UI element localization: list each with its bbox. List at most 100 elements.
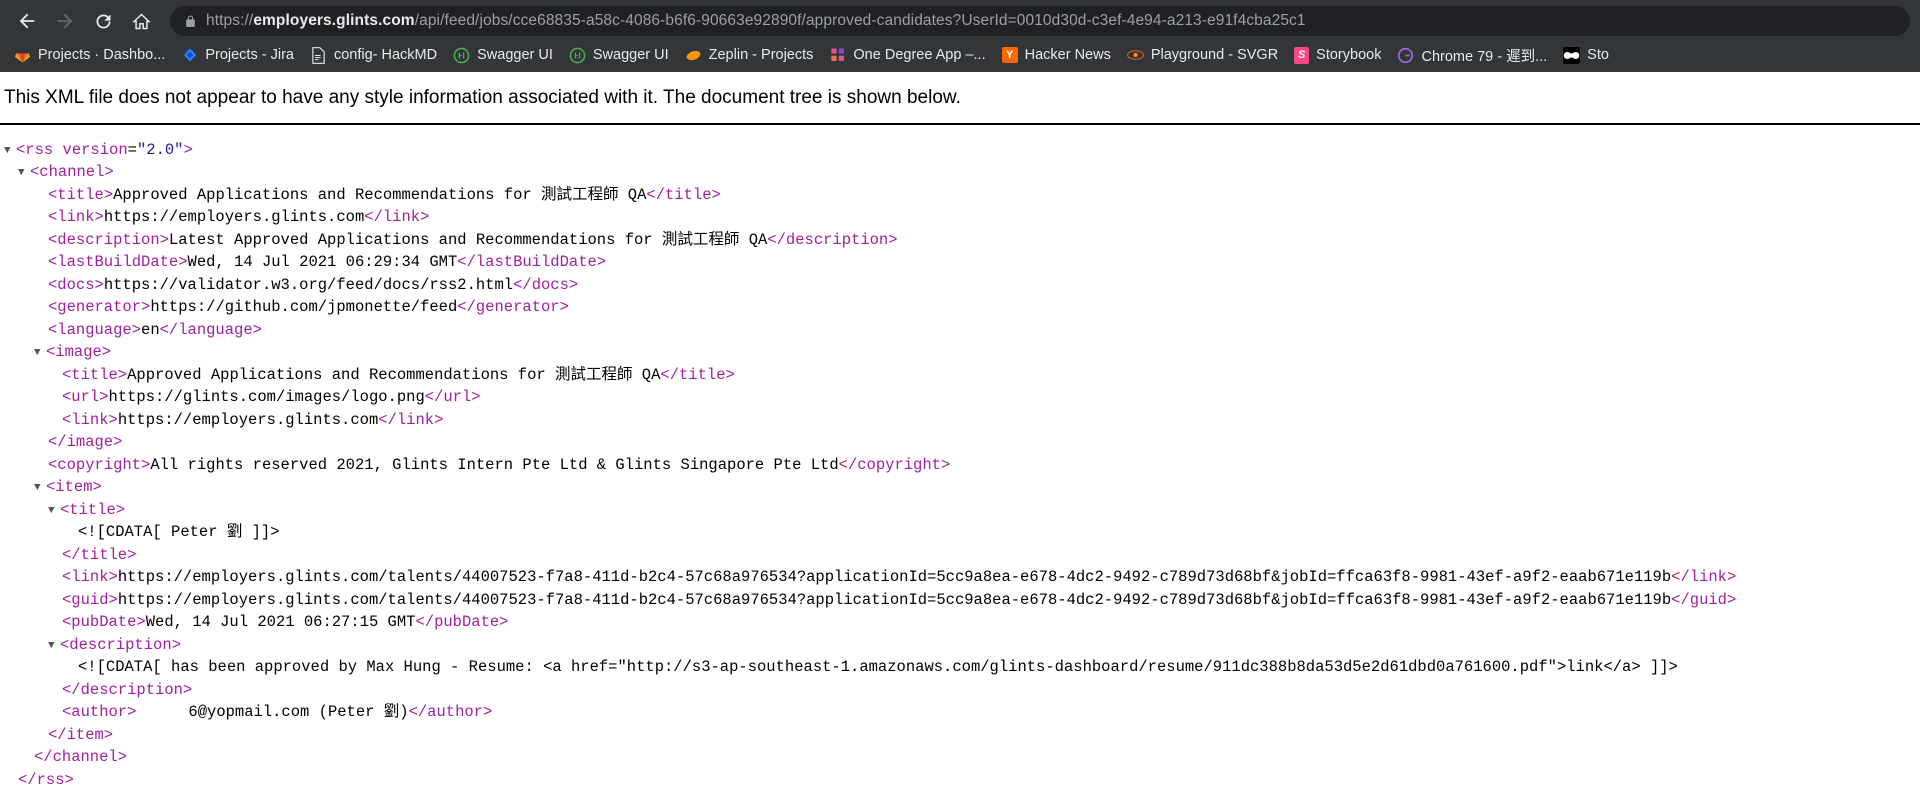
bookmark-hackmd[interactable]: config- HackMD	[302, 42, 445, 68]
xml-viewer-page: This XML file does not appear to have an…	[0, 72, 1920, 796]
hackernews-icon: Y	[1001, 47, 1018, 63]
bookmark-one-degree-app[interactable]: One Degree App –...	[821, 42, 993, 68]
binoculars-icon	[1563, 46, 1581, 64]
xml-node-image[interactable]: ▼ <image>	[4, 341, 1920, 364]
bookmark-label: Hacker News	[1024, 47, 1111, 63]
bookmark-sto[interactable]: Sto	[1555, 42, 1617, 68]
node-value: https://github.com/jpmonette/feed	[150, 298, 458, 317]
bookmark-label: Swagger UI	[592, 47, 669, 63]
bookmark-storybook[interactable]: S Storybook	[1286, 42, 1389, 68]
url-scheme: https://	[206, 12, 254, 29]
xml-node-rss[interactable]: ▼ <rss version="2.0">	[4, 139, 1920, 162]
tag-open: <lastBuildDate>	[48, 253, 188, 272]
bookmark-chrome-79[interactable]: Chrome 79 - 遲到...	[1389, 42, 1555, 68]
collapse-triangle-icon[interactable]: ▼	[34, 477, 46, 500]
xml-node-channel-description: <description>Latest Approved Application…	[4, 229, 1920, 252]
cdata-value: <![CDATA[ Peter 劉 ]]>	[78, 523, 280, 542]
gitlab-icon	[14, 47, 31, 64]
tag-open: <channel>	[30, 163, 114, 182]
node-value: Approved Applications and Recommendation…	[113, 185, 647, 204]
lock-icon	[184, 14, 197, 29]
svgr-icon	[1126, 47, 1144, 64]
xml-node-item-description-close: </description>	[4, 679, 1920, 702]
tag-close: </image>	[48, 433, 123, 452]
tag-close: </channel>	[34, 748, 128, 767]
collapse-triangle-icon[interactable]: ▼	[18, 162, 30, 185]
bookmark-gitlab[interactable]: Projects · Dashbo...	[6, 42, 173, 68]
xml-node-image-link: <link>https://employers.glints.com</link…	[4, 409, 1920, 432]
tag-close: </description>	[767, 230, 898, 249]
xml-node-channel[interactable]: ▼ <channel>	[4, 161, 1920, 184]
url-host: employers.glints.com	[253, 12, 415, 29]
bookmark-hacker-news[interactable]: Y Hacker News	[994, 42, 1119, 68]
bookmark-label: Projects - Jira	[205, 47, 294, 63]
tag-close: </copyright>	[838, 455, 951, 474]
xml-node-channel-title: <title>Approved Applications and Recomme…	[4, 184, 1920, 207]
address-bar[interactable]: https://employers.glints.com/api/feed/jo…	[170, 6, 1910, 36]
attribute-value: "2.0"	[136, 140, 184, 159]
xml-node-item-guid: <guid>https://employers.glints.com/talen…	[4, 589, 1920, 612]
bookmark-swagger-ui-2[interactable]: Swagger UI	[561, 42, 677, 68]
tag-close: </link>	[378, 410, 444, 429]
tag-bracket: >	[183, 140, 193, 159]
tag-close: </description>	[62, 680, 193, 699]
reload-button[interactable]	[86, 4, 120, 38]
collapse-triangle-icon[interactable]: ▼	[4, 140, 16, 163]
home-button[interactable]	[124, 4, 158, 38]
xml-node-item-pubdate: <pubDate>Wed, 14 Jul 2021 06:27:15 GMT</…	[4, 611, 1920, 634]
collapse-triangle-icon[interactable]: ▼	[34, 342, 46, 365]
bookmark-label: Zeplin - Projects	[708, 47, 814, 63]
node-value: Latest Approved Applications and Recomme…	[168, 230, 768, 249]
bookmark-swagger-ui-1[interactable]: Swagger UI	[445, 42, 561, 68]
xml-node-channel-close: </channel>	[4, 746, 1920, 769]
bookmark-label: Swagger UI	[477, 47, 553, 63]
xml-node-channel-docs: <docs>https://validator.w3.org/feed/docs…	[4, 274, 1920, 297]
bookmark-label: config- HackMD	[333, 47, 438, 63]
node-value: https://employers.glints.com	[117, 410, 379, 429]
forward-button[interactable]	[48, 4, 82, 38]
swagger-icon	[569, 47, 586, 64]
node-value: https://employers.glints.com/talents/440…	[117, 590, 1672, 609]
bookmark-label: Sto	[1587, 47, 1609, 63]
xml-style-notice: This XML file does not appear to have an…	[0, 72, 1920, 125]
tag-open: <language>	[48, 320, 142, 339]
xml-node-copyright: <copyright>All rights reserved 2021, Gli…	[4, 454, 1920, 477]
tag-close: </link>	[364, 208, 430, 227]
xml-node-image-title: <title>Approved Applications and Recomme…	[4, 364, 1920, 387]
tag-open: <author>	[62, 703, 137, 722]
cdata-value: <![CDATA[ has been approved by Max Hung …	[78, 658, 1678, 677]
tag-close: </url>	[424, 388, 481, 407]
home-icon	[131, 12, 151, 29]
tag-close: </pubDate>	[415, 613, 509, 632]
tag-close: </title>	[660, 365, 735, 384]
tag-close: </lastBuildDate>	[457, 253, 607, 272]
tag-open: <link>	[48, 208, 104, 227]
xml-node-channel-language: <language>en</language>	[4, 319, 1920, 342]
xml-node-item-description[interactable]: ▼ <description>	[4, 634, 1920, 657]
node-value: Wed, 14 Jul 2021 06:27:15 GMT	[145, 613, 416, 632]
xml-node-channel-lastbuilddate: <lastBuildDate>Wed, 14 Jul 2021 06:29:34…	[4, 251, 1920, 274]
xml-node-item[interactable]: ▼ <item>	[4, 476, 1920, 499]
bookmark-label: Chrome 79 - 遲到...	[1421, 48, 1548, 65]
bookmark-jira[interactable]: Projects - Jira	[173, 42, 302, 68]
node-value: en	[141, 320, 160, 339]
xml-node-item-title-cdata: <![CDATA[ Peter 劉 ]]>	[4, 521, 1920, 544]
xml-node-rss-close: </rss>	[4, 769, 1920, 792]
node-value: https://glints.com/images/logo.png	[108, 388, 425, 407]
url-path: /api/feed/jobs/cce68835-a58c-4086-b6f6-9…	[414, 12, 1306, 29]
tag-open: <link>	[62, 568, 118, 587]
xml-node-item-title[interactable]: ▼ <title>	[4, 499, 1920, 522]
collapse-triangle-icon[interactable]: ▼	[48, 500, 60, 523]
bookmark-zeplin[interactable]: Zeplin - Projects	[677, 42, 822, 68]
tag-close: </link>	[1671, 568, 1737, 587]
tag-close: </docs>	[513, 275, 579, 294]
xml-node-item-close: </item>	[4, 724, 1920, 747]
tag-open: <url>	[62, 388, 109, 407]
bookmark-svgr-playground[interactable]: Playground - SVGR	[1119, 42, 1286, 68]
node-value: https://validator.w3.org/feed/docs/rss2.…	[103, 275, 514, 294]
back-button[interactable]	[10, 4, 44, 38]
zeplin-icon	[685, 47, 702, 64]
bookmarks-bar: Projects · Dashbo... Projects - Jira con…	[0, 42, 1920, 72]
swagger-icon	[453, 47, 470, 64]
collapse-triangle-icon[interactable]: ▼	[48, 635, 60, 658]
